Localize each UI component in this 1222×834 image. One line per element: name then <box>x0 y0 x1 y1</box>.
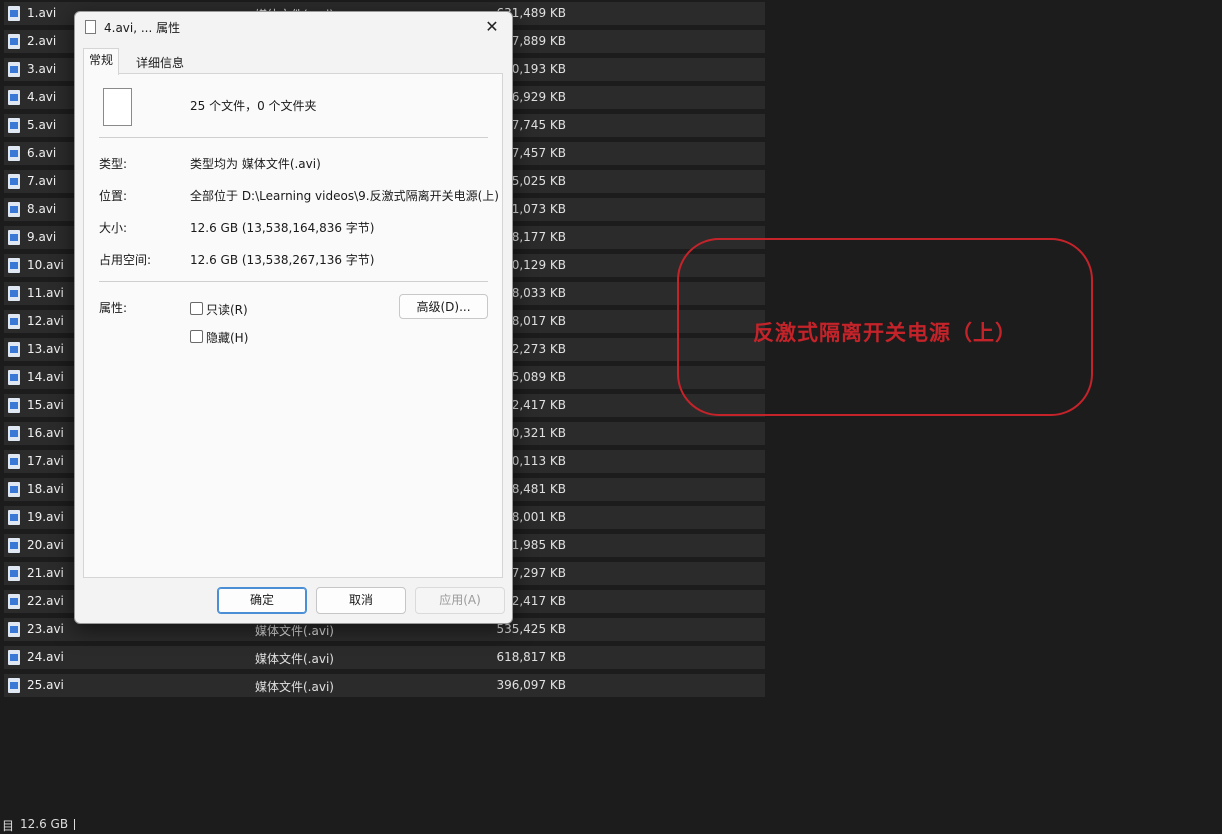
type-value: 类型均为 媒体文件(.avi) <box>190 157 321 171</box>
file-name: 7.avi <box>27 174 57 188</box>
file-name: 23.avi <box>27 622 64 636</box>
video-file-icon <box>8 650 20 665</box>
video-file-icon <box>8 370 20 385</box>
hidden-label[interactable]: 隐藏(H) <box>206 329 248 346</box>
file-name: 14.avi <box>27 370 64 384</box>
annotation-box: 反激式隔离开关电源（上） <box>677 238 1093 416</box>
multiple-files-icon <box>101 88 132 131</box>
video-file-icon <box>8 594 20 609</box>
video-file-icon <box>8 426 20 441</box>
video-file-icon <box>8 286 20 301</box>
file-name: 22.avi <box>27 594 64 608</box>
file-type: 媒体文件(.avi) <box>255 680 334 694</box>
file-name: 15.avi <box>27 398 64 412</box>
video-file-icon <box>8 62 20 77</box>
title-bar[interactable]: 4.avi, ... 属性 ✕ <box>75 12 512 42</box>
disk-size-label: 占用空间: <box>99 253 152 267</box>
file-name: 12.avi <box>27 314 64 328</box>
file-name: 5.avi <box>27 118 57 132</box>
file-size: 618,817 KB <box>496 650 566 664</box>
video-file-icon <box>8 482 20 497</box>
file-name: 20.avi <box>27 538 64 552</box>
file-size: 396,097 KB <box>496 678 566 692</box>
video-file-icon <box>8 6 20 21</box>
file-name: 9.avi <box>27 230 57 244</box>
video-file-icon <box>8 118 20 133</box>
video-file-icon <box>8 538 20 553</box>
video-file-icon <box>8 454 20 469</box>
annotation-text: 反激式隔离开关电源（上） <box>753 320 1017 345</box>
ok-button[interactable]: 确定 <box>217 587 307 614</box>
advanced-button[interactable]: 高级(D)... <box>399 294 488 319</box>
file-name: 8.avi <box>27 202 57 216</box>
attributes-label: 属性: <box>99 301 128 315</box>
divider <box>99 137 488 138</box>
video-file-icon <box>8 398 20 413</box>
size-value: 12.6 GB (13,538,164,836 字节) <box>190 221 375 235</box>
video-file-icon <box>8 510 20 525</box>
status-divider <box>74 819 75 830</box>
cancel-button[interactable]: 取消 <box>316 587 406 614</box>
status-prefix: 目 <box>2 819 15 833</box>
summary-text: 25 个文件，0 个文件夹 <box>190 99 317 113</box>
video-file-icon <box>8 678 20 693</box>
file-name: 17.avi <box>27 454 64 468</box>
file-row[interactable]: 25.avi 媒体文件(.avi) 396,097 KB <box>4 674 765 697</box>
video-file-icon <box>8 90 20 105</box>
video-file-icon <box>8 174 20 189</box>
file-name: 25.avi <box>27 678 64 692</box>
readonly-checkbox[interactable] <box>190 302 203 315</box>
video-file-icon <box>8 622 20 637</box>
video-file-icon <box>8 202 20 217</box>
divider <box>99 281 488 282</box>
file-name: 24.avi <box>27 650 64 664</box>
file-name: 4.avi <box>27 90 57 104</box>
tab-details[interactable]: 详细信息 <box>131 52 189 74</box>
tab-general[interactable]: 常规 <box>83 48 120 75</box>
hidden-checkbox[interactable] <box>190 330 203 343</box>
dialog-title: 4.avi, ... 属性 <box>104 21 181 35</box>
status-bar: 目 12.6 GB <box>0 815 200 833</box>
type-label: 类型: <box>99 157 128 171</box>
file-name: 19.avi <box>27 510 64 524</box>
general-panel: 25 个文件，0 个文件夹 类型: 类型均为 媒体文件(.avi) 位置: 全部… <box>83 73 503 578</box>
size-label: 大小: <box>99 221 128 235</box>
file-name: 13.avi <box>27 342 64 356</box>
disk-size-value: 12.6 GB (13,538,267,136 字节) <box>190 253 375 267</box>
video-file-icon <box>8 230 20 245</box>
file-name: 21.avi <box>27 566 64 580</box>
location-label: 位置: <box>99 189 128 203</box>
file-name: 2.avi <box>27 34 57 48</box>
properties-dialog: 4.avi, ... 属性 ✕ 常规 详细信息 25 个文件，0 个文件夹 类型… <box>74 11 513 624</box>
video-file-icon <box>8 566 20 581</box>
file-name: 11.avi <box>27 286 64 300</box>
close-icon[interactable]: ✕ <box>478 15 506 39</box>
file-size: 535,425 KB <box>496 622 566 636</box>
video-file-icon <box>8 314 20 329</box>
location-value: 全部位于 D:\Learning videos\9.反激式隔离开关电源(上) <box>190 189 499 203</box>
video-file-icon <box>8 34 20 49</box>
file-name: 6.avi <box>27 146 57 160</box>
apply-button[interactable]: 应用(A) <box>415 587 505 614</box>
file-type: 媒体文件(.avi) <box>255 624 334 638</box>
file-name: 1.avi <box>27 6 57 20</box>
file-name: 18.avi <box>27 482 64 496</box>
readonly-label[interactable]: 只读(R) <box>206 301 248 318</box>
status-total-size: 12.6 GB <box>20 817 69 831</box>
file-name: 16.avi <box>27 426 64 440</box>
file-name: 10.avi <box>27 258 64 272</box>
video-file-icon <box>8 258 20 273</box>
video-file-icon <box>8 146 20 161</box>
file-icon <box>85 20 96 34</box>
video-file-icon <box>8 342 20 357</box>
file-row[interactable]: 24.avi 媒体文件(.avi) 618,817 KB <box>4 646 765 669</box>
file-name: 3.avi <box>27 62 57 76</box>
file-type: 媒体文件(.avi) <box>255 652 334 666</box>
